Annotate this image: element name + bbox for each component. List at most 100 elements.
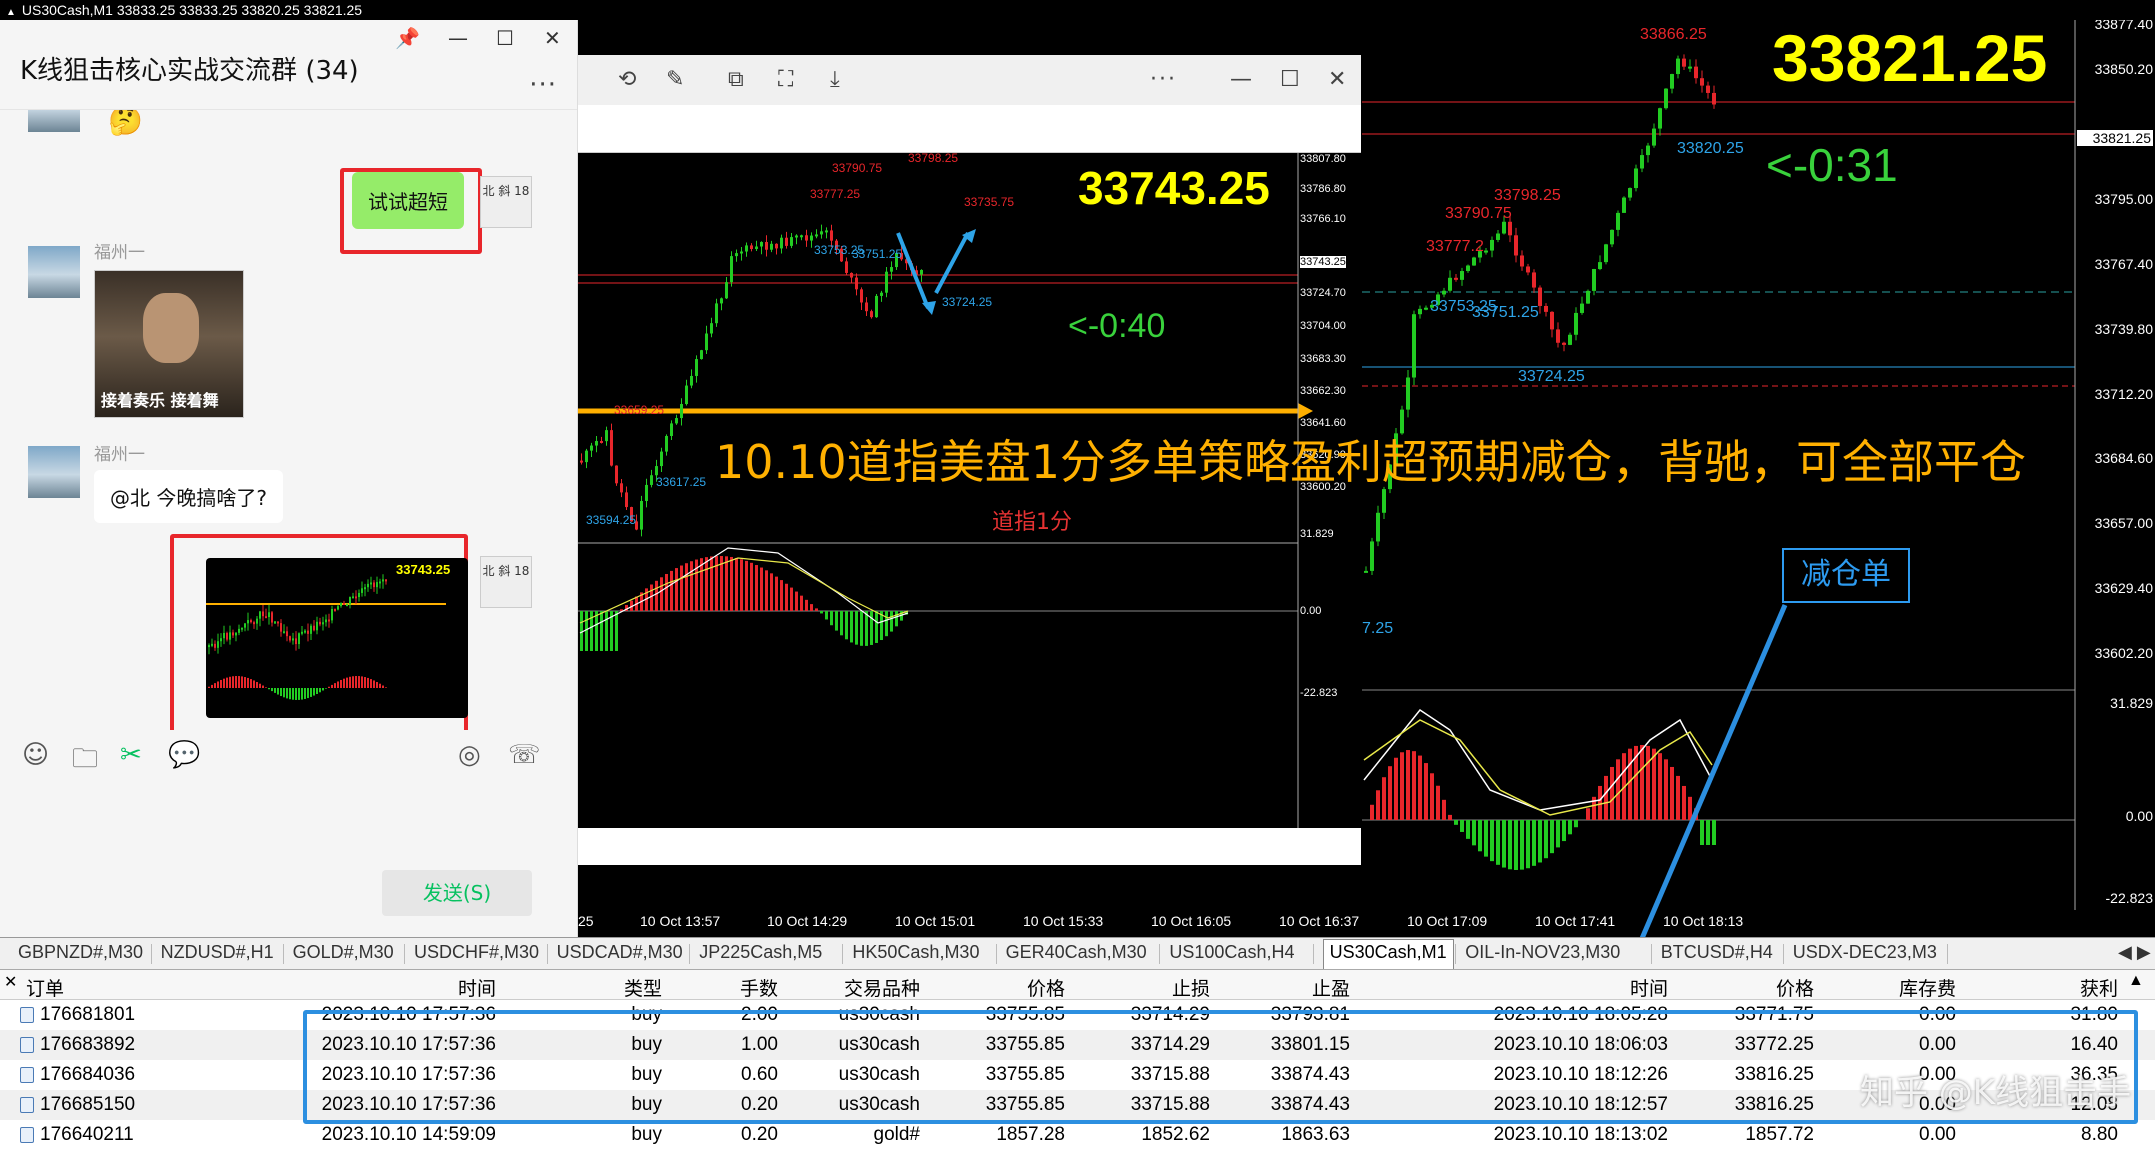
candle [334,608,336,611]
window-icon: ▲ [6,7,16,18]
tab-us100cash-h4[interactable]: US100Cash,H4 [1169,942,1294,963]
candle [1580,303,1584,313]
osc-bar [289,688,291,700]
candle [865,302,868,312]
candle [229,632,231,640]
col-sl[interactable]: 止损 [1080,974,1210,1001]
tab-hk50cash-m30[interactable]: HK50Cash,M30 [852,942,979,963]
col-close-time[interactable]: 时间 [1400,974,1668,1001]
tab-btcusd-h4[interactable]: BTCUSD#,H4 [1661,942,1773,963]
candle [1634,168,1638,189]
col-price[interactable]: 价格 [940,974,1065,1001]
wechat-chat-panel[interactable]: 📌 — ☐ ✕ K线狙击核心实战交流群 (34) ··· 🤔 试试超短 北 斜 … [0,20,578,937]
tab-nzdusd-h1[interactable]: NZDUSD#,H1 [161,942,274,963]
close-icon[interactable]: ✕ [4,972,17,992]
col-swap[interactable]: 库存费 [1830,974,1956,1001]
osc-bar [343,678,345,688]
osc-bar [605,611,608,651]
self-avatar[interactable]: 北 斜 18 [480,176,532,228]
self-avatar[interactable]: 北 斜 18 [480,556,532,608]
col-lots[interactable]: 手数 [680,974,778,1001]
tab-scroll-icon[interactable]: ◀ ▶ [2118,942,2151,963]
osc-bar [322,688,324,691]
price-tick: 33629.40 [2094,580,2153,596]
crop-icon[interactable]: ⛶ [778,67,793,92]
watermark: 知乎 @K线狙击手 [1860,1073,2132,1113]
osc-bar [1532,820,1536,866]
candle [1556,329,1560,343]
call-icon[interactable]: ☏ [508,740,541,770]
message-list[interactable]: 🤔 试试超短 北 斜 18 福州一 接着奏乐 接着舞 福州一 @北 今晚搞啥了?… [0,110,578,730]
candle [1592,269,1596,291]
osc-bar [211,684,213,688]
candle [920,269,923,275]
candle [1472,257,1476,266]
close-icon[interactable]: ✕ [544,26,561,50]
col-order[interactable]: 订单 [26,974,64,1001]
folder-icon[interactable]: 🗀 [72,740,98,784]
avatar[interactable] [28,246,80,298]
candle [274,621,276,624]
message-in[interactable]: @北 今晚搞啥了? [94,470,283,523]
more-icon[interactable]: ··· [529,70,557,100]
pin-icon[interactable]: 📌 [395,26,420,50]
osc-bar [1562,820,1566,842]
tab-usdchf-m30[interactable]: USDCHF#,M30 [414,942,539,963]
osc-bar [358,676,360,688]
scissors-icon[interactable]: ✂ [120,740,142,770]
tab-us30cash-m1[interactable]: US30Cash,M1 [1322,939,1454,969]
inner-chart-toolbar-strip [578,105,1361,153]
candle [715,303,718,324]
time-tick: 10 Oct 15:33 [1023,913,1104,929]
edit-icon[interactable]: ✎ [666,67,684,92]
minimize-icon[interactable]: — [1230,67,1252,92]
scroll-up-icon[interactable]: ▲ [2128,972,2144,990]
chart-thumbnail[interactable]: 33743.25 [206,558,468,718]
sticker-image[interactable]: 接着奏乐 接着舞 [94,270,244,418]
candle [340,603,342,607]
tab-usdx-dec23-m3[interactable]: USDX-DEC23,M3 [1793,942,1937,963]
col-close-price[interactable]: 价格 [1680,974,1814,1001]
tab-gold-m30[interactable]: GOLD#,M30 [293,942,394,963]
osc-bar [1490,820,1494,862]
table-row[interactable]: 176640211 2023.10.10 14:59:09 buy 0.20 gold#… [0,1120,2155,1150]
osc-bar [680,565,683,611]
close-icon[interactable]: ✕ [1328,67,1346,92]
candle [364,587,366,590]
col-tp[interactable]: 止盈 [1220,974,1350,1001]
tab-usdcad-m30[interactable]: USDCAD#,M30 [557,942,683,963]
order-icon [20,1037,34,1053]
download-icon[interactable]: ⤓ [830,67,840,92]
osc-bar [286,688,288,699]
osc-tick: -22.823 [2105,890,2153,906]
more-icon[interactable]: ··· [1150,67,1177,92]
candle [1406,377,1410,410]
avatar[interactable] [28,110,80,132]
candle [262,611,264,617]
col-time[interactable]: 时间 [300,974,496,1001]
chat-history-icon[interactable]: 💬 [168,740,200,770]
send-button[interactable]: 发送(S) [382,870,532,916]
tab-gbpnzd-m30[interactable]: GBPNZD#,M30 [18,942,143,963]
inner-price-tick: 33807.80 [1300,153,1346,165]
chat-title: K线狙击核心实战交流群 (34) [20,56,359,86]
col-profit[interactable]: 获利 [1970,974,2118,1001]
avatar[interactable] [28,446,80,498]
candle [1370,541,1374,571]
emoji-icon[interactable]: ☺ [22,740,49,770]
tab-ger40cash-m30[interactable]: GER40Cash,M30 [1006,942,1147,963]
osc-bar [850,611,853,643]
live-icon[interactable]: ◎ [458,740,481,770]
maximize-icon[interactable]: ☐ [1280,67,1300,92]
tab-oil-in-nov23-m30[interactable]: OIL-In-NOV23,M30 [1465,942,1620,963]
osc-bar [310,688,312,697]
col-type[interactable]: 类型 [560,974,662,1001]
maximize-icon[interactable]: ☐ [496,26,514,50]
candle [1616,212,1620,230]
tab-jp225cash-m5[interactable]: JP225Cash,M5 [699,942,822,963]
rotate-icon[interactable]: ⟲ [618,67,636,92]
col-symbol[interactable]: 交易品种 [790,974,920,1001]
minimize-icon[interactable]: — [448,26,468,50]
candle [705,333,708,351]
copy-icon[interactable]: ⧉ [728,67,744,92]
